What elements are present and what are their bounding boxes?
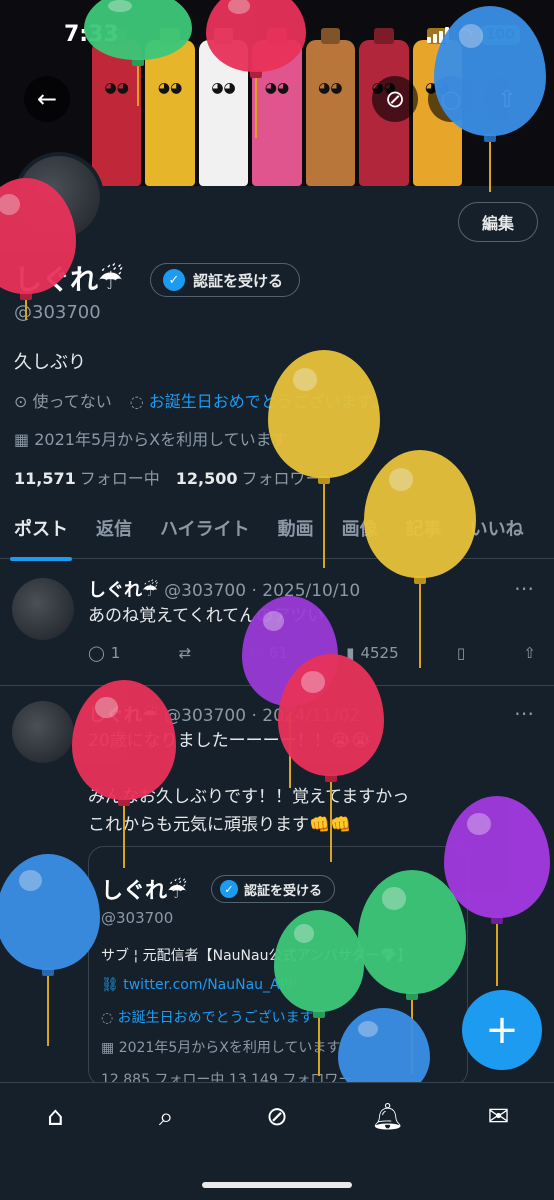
tweet[interactable]: しぐれ☔ @303700 · 2025/10/10 ⋯ あのね覚えてくれてんのアツ… (0, 560, 554, 686)
tweet-author: しぐれ☔ (88, 705, 159, 726)
signal-icon (427, 26, 450, 43)
search-icon: ○ (440, 85, 462, 113)
bookmark-icon: ▯ (456, 644, 466, 662)
tab-replies[interactable]: 返信 (82, 505, 146, 558)
search-icon[interactable]: ⌕ (146, 1097, 186, 1137)
profile-handle: @303700 (14, 302, 101, 323)
profile-bio: 久しぶり (14, 352, 86, 373)
like-button[interactable]: ♡ 61 (249, 644, 288, 662)
grok-icon: ⊘ (384, 85, 406, 113)
balloon-icon: ◌ (129, 392, 144, 411)
views-button[interactable]: ▮ 4525 (346, 644, 398, 662)
repost-icon: ⇄ (178, 644, 192, 662)
reply-button[interactable]: ◯ 1 (88, 644, 120, 662)
quote-website[interactable]: ◌ お誕生日おめでとうございます (101, 1007, 314, 1027)
tweet-author: しぐれ☔ (88, 580, 159, 601)
tweet-handle-date: @303700 · 2024/11/02 (164, 706, 361, 726)
quoted-profile-card[interactable]: しぐれ☔ ✓ 認証を受ける @303700 サブ ¦ 元配信者【NauNau公式ア… (88, 846, 468, 1086)
tweet-actions: ◯ 1 ⇄ ♡ 61 ▮ 4525 ▯ ⇧ (88, 644, 536, 662)
plus-icon: + (485, 1007, 519, 1053)
verified-badge-icon: ✓ (163, 269, 185, 291)
quote-handle: @303700 (101, 909, 174, 927)
home-indicator (202, 1182, 352, 1188)
share-icon: ⇧ (523, 644, 536, 662)
calendar-icon: ▦ (101, 1040, 119, 1056)
link-icon: ⛓ (101, 977, 124, 993)
avatar[interactable] (12, 578, 74, 640)
quote-verify-button[interactable]: ✓ 認証を受ける (211, 875, 336, 903)
balloon-icon: ◌ (101, 1010, 118, 1026)
battery-indicator: 100 (480, 24, 520, 45)
profile-tabs: ポスト 返信 ハイライト 動画 画像 記事 いいね (0, 505, 554, 561)
search-button[interactable]: ○ (428, 76, 474, 122)
repost-button[interactable]: ⇄ (179, 644, 192, 662)
profile-website[interactable]: お誕生日おめでとうございます。 (149, 392, 387, 411)
mail-icon[interactable]: ✉ (479, 1097, 519, 1137)
back-button[interactable]: ← (24, 76, 70, 122)
share-button[interactable]: ⇧ (523, 644, 536, 662)
tab-highlights[interactable]: ハイライト (146, 505, 264, 558)
more-icon[interactable]: ⋯ (514, 701, 534, 725)
edit-profile-button[interactable]: 編集 (458, 202, 538, 242)
grok-button[interactable]: ⊘ (372, 76, 418, 122)
bell-icon[interactable]: 🔔︎ (368, 1097, 408, 1137)
tweet-handle-date: @303700 · 2025/10/10 (164, 581, 361, 601)
compose-button[interactable]: + (462, 990, 542, 1070)
clock: 7:33 (64, 22, 119, 47)
calendar-icon: ▦ (14, 430, 30, 449)
bookmark-button[interactable]: ▯ (457, 644, 465, 662)
tab-images[interactable]: 画像 (328, 505, 392, 558)
home-icon[interactable]: ⌂ (35, 1097, 75, 1137)
profile-name: しぐれ☔ (14, 263, 124, 296)
tweet-text: あのね覚えてくれてんのアツい (88, 606, 325, 626)
followers-link[interactable]: 12,500 フォロワー (176, 465, 322, 489)
tab-articles[interactable]: 記事 (392, 505, 456, 558)
share-icon: ⇧ (496, 85, 518, 113)
views-icon: ▮ (346, 644, 355, 662)
following-link[interactable]: 11,571 フォロー中 (14, 465, 160, 489)
tab-likes[interactable]: いいね (456, 505, 538, 558)
bottom-navigation: ⌂ ⌕ ⊘ 🔔︎ ✉ (0, 1082, 554, 1200)
heart-icon: ♡ (249, 644, 263, 662)
get-verified-button[interactable]: ✓ 認証を受ける (150, 263, 301, 297)
grok-icon[interactable]: ⊘ (257, 1097, 297, 1137)
location-icon: ⊙ (14, 392, 28, 411)
profile-location: 使ってない (32, 392, 112, 411)
tab-posts[interactable]: ポスト (0, 505, 82, 561)
arrow-left-icon: ← (36, 85, 58, 113)
quote-name: しぐれ☔ (101, 879, 187, 904)
avatar[interactable] (12, 701, 74, 763)
tweet-text: 20歳になりましたーーーー！！😭😭 みんなお久しぶりです！！覚えてますかっ これ… (88, 731, 410, 835)
quote-link[interactable]: ⛓ twitter.com/NauNau_APP (101, 977, 297, 993)
verified-badge-icon: ✓ (220, 880, 238, 898)
quote-bio: サブ ¦ 元配信者【NauNau公式アンバサダー💎】 (101, 948, 412, 964)
follow-stats: 11,571 フォロー中 12,500 フォロワー (14, 465, 322, 489)
tab-videos[interactable]: 動画 (264, 505, 328, 558)
status-bar: 7:33 ◠ 100 (0, 0, 554, 70)
wifi-icon: ◠ (457, 24, 473, 45)
avatar[interactable] (14, 152, 104, 242)
profile-meta: ⊙ 使ってない ◌ お誕生日おめでとうございます。 (14, 388, 387, 412)
share-button[interactable]: ⇧ (484, 76, 530, 122)
quote-joined: ▦ 2021年5月からXを利用しています (101, 1040, 341, 1056)
reply-icon: ◯ (88, 644, 105, 662)
profile-joined: 2021年5月からXを利用しています (34, 430, 288, 449)
more-icon[interactable]: ⋯ (514, 576, 534, 600)
